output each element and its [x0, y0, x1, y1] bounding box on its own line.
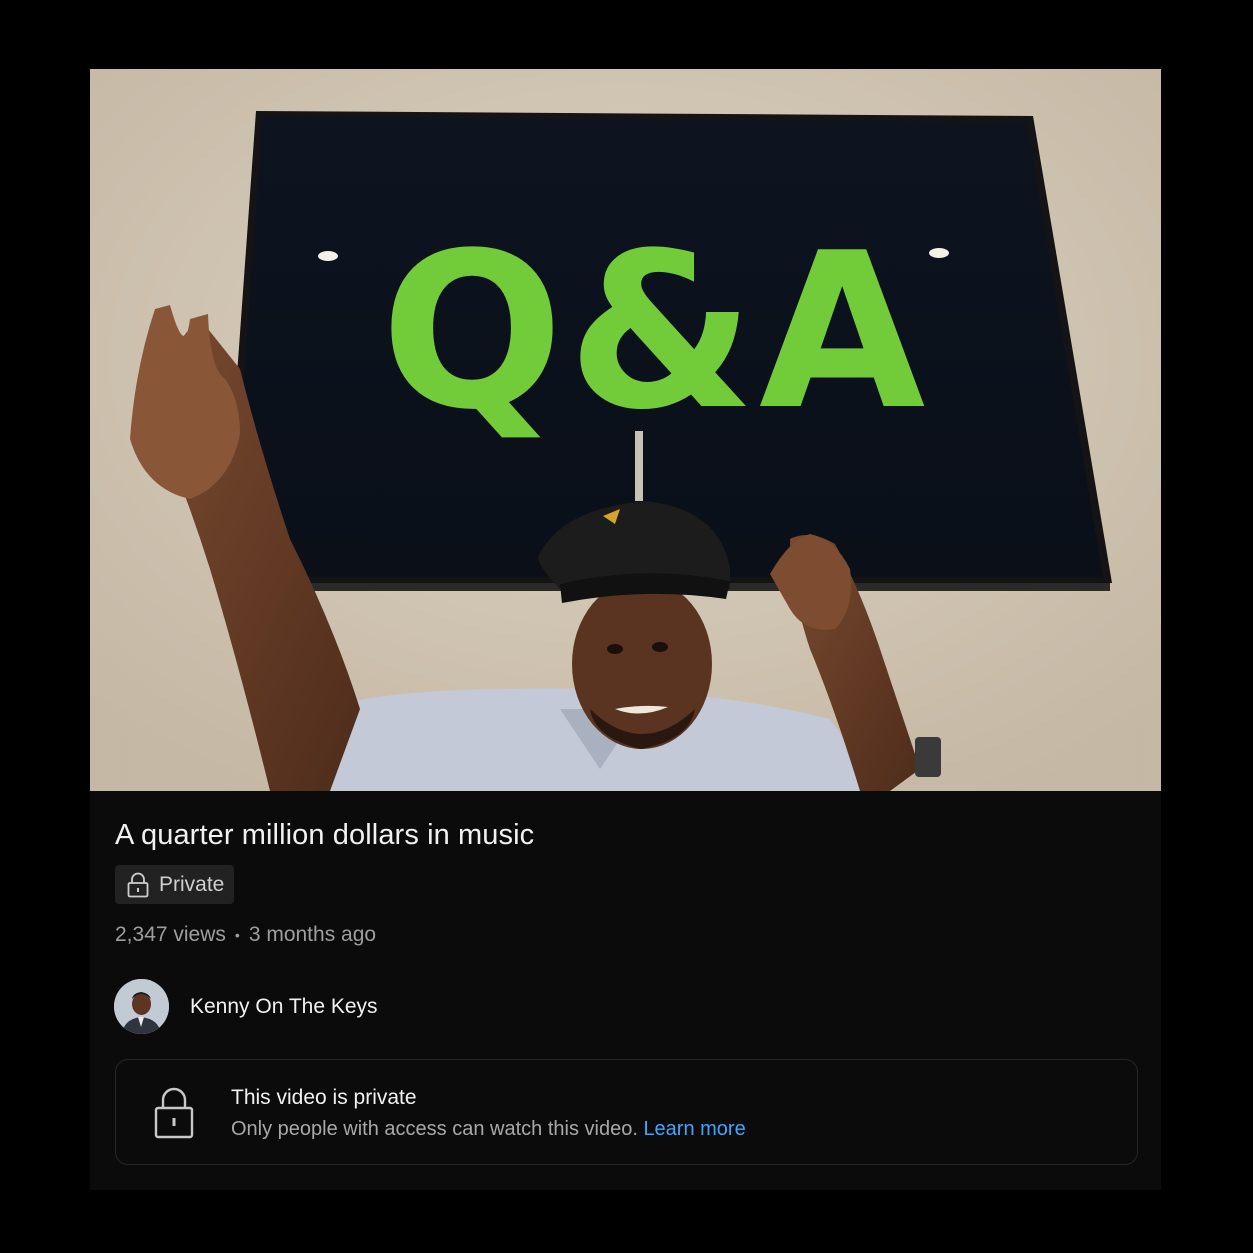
thumbnail-scene: Q&A — [90, 69, 1161, 791]
avatar[interactable] — [114, 979, 169, 1034]
avatar-image — [114, 979, 169, 1034]
notice-text: Only people with access can watch this v… — [231, 1118, 638, 1140]
learn-more-link[interactable]: Learn more — [643, 1118, 745, 1140]
video-card: Q&A A quarter million dollars in music P… — [90, 69, 1161, 1190]
screen-reflection-right — [929, 248, 949, 258]
channel-row[interactable]: Kenny On The Keys — [114, 979, 378, 1034]
person-head — [572, 579, 712, 749]
privacy-badge: Private — [115, 865, 235, 904]
channel-name[interactable]: Kenny On The Keys — [190, 995, 378, 1019]
person-eye-left — [607, 644, 623, 654]
video-thumbnail[interactable]: Q&A — [90, 69, 1161, 791]
privacy-label: Private — [159, 872, 225, 896]
upload-age: 3 months ago — [248, 923, 377, 946]
notice-title: This video is private — [231, 1086, 417, 1109]
private-video-notice: This video is private Only people with a… — [115, 1059, 1138, 1165]
video-title: A quarter million dollars in music — [115, 819, 535, 851]
video-meta: 2,347 views • 3 months ago — [115, 923, 376, 947]
person-eye-right — [652, 642, 668, 652]
meta-separator: • — [234, 927, 240, 943]
lock-icon — [127, 872, 149, 897]
lock-icon — [154, 1087, 194, 1139]
wristwatch — [915, 737, 941, 777]
screen-reflection-left — [318, 251, 338, 261]
view-count: 2,347 views — [115, 923, 226, 946]
notice-body: Only people with access can watch this v… — [231, 1118, 746, 1141]
tv-screen-text: Q&A — [381, 206, 930, 457]
